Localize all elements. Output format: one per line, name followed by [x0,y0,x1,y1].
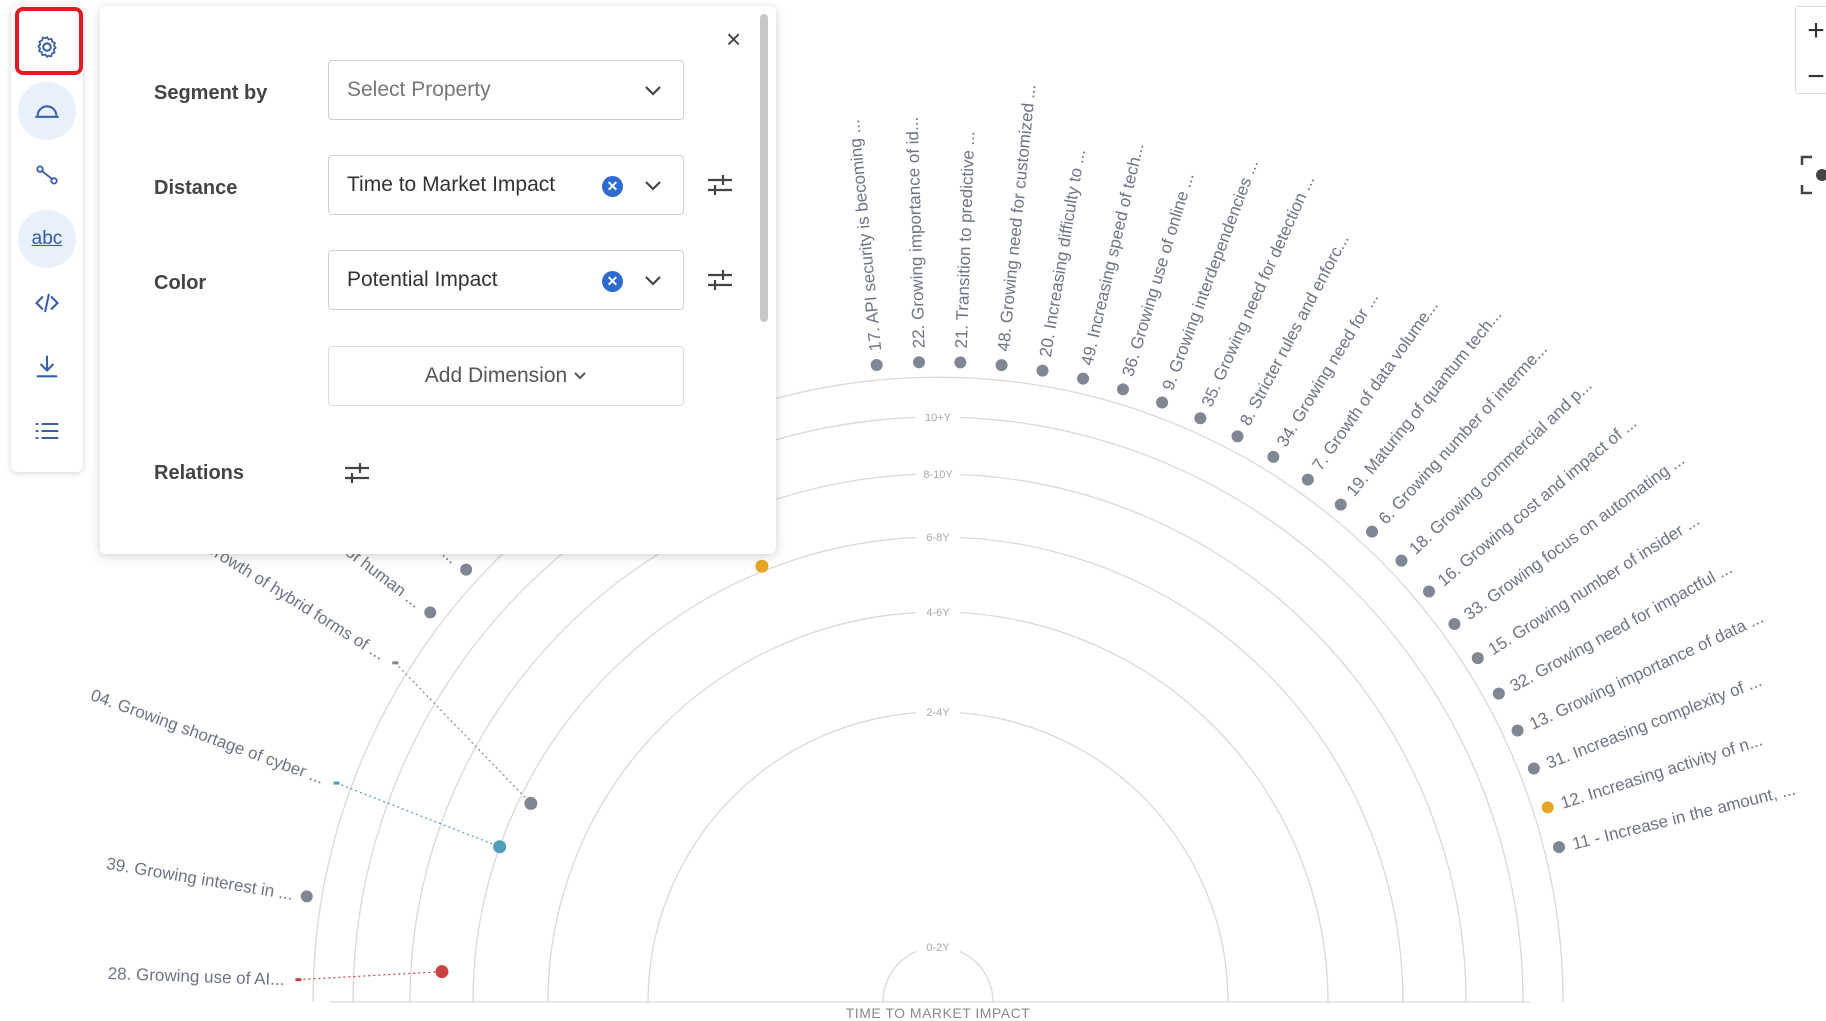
zoom-in-button[interactable]: + [1796,9,1826,53]
axis-title: TIME TO MARKET IMPACT [846,1005,1030,1021]
trend-label[interactable]: 28. Growing use of AI... [107,964,284,989]
trend-label[interactable]: 8. Stricter rules and enforc... [1236,231,1353,429]
zoom-out-button[interactable]: − [1796,55,1826,99]
radar-ring [882,946,994,1003]
ring-label: 6-8Y [926,532,950,544]
trend-label[interactable]: 20. Increasing difficulty to ... [1036,148,1089,359]
ring-label: 8-10Y [923,469,953,481]
color-select[interactable]: Potential Impact ✕ [328,250,684,310]
left-toolbar: abc [11,6,83,472]
trend-label[interactable]: 48. Growing need for customized ... [994,83,1040,352]
segment-by-label: Segment by [154,82,268,104]
labels-button[interactable]: abc [18,210,76,268]
list-button[interactable] [18,402,76,460]
trend-dot[interactable] [755,559,769,573]
trend-dot[interactable] [435,965,449,979]
trend-dot[interactable] [1077,372,1090,385]
color-value: Potential Impact [347,268,498,291]
settings-button[interactable] [18,18,76,76]
ring-label: 0-2Y [926,942,950,954]
relations-label: Relations [154,462,245,484]
trend-dot[interactable] [493,840,507,854]
add-dimension-label: Add Dimension [424,364,568,387]
distance-value: Time to Market Impact [347,173,556,196]
trend-dot[interactable] [524,796,538,810]
code-icon [35,293,59,313]
labels-abc-text: abc [31,228,63,249]
chevron-down-icon [574,372,586,380]
zoom-controls: + − [1795,6,1826,94]
close-panel-button[interactable]: × [726,26,741,52]
trend-dot[interactable] [1527,762,1540,775]
trend-dot[interactable] [1301,473,1314,486]
trend-label[interactable]: 17. API security is becoming ... [844,119,885,352]
chevron-down-icon [645,86,661,96]
color-settings-icon[interactable] [706,266,734,294]
trend-dot[interactable] [1448,618,1461,631]
trend-dot[interactable] [913,356,926,369]
trend-dot[interactable] [1036,364,1049,377]
trend-dot[interactable] [1511,724,1524,737]
trend-label[interactable]: 35. Growing need for detection ... [1198,172,1318,409]
connection-icon [36,165,58,185]
fit-view-icon[interactable] [1800,155,1826,195]
relations-settings-icon[interactable] [343,459,371,487]
trend-guide-line [394,662,532,804]
download-button[interactable] [18,338,76,396]
trend-label[interactable]: 34. Growing need for ... [1273,289,1382,450]
trend-tick [333,781,340,785]
clear-distance-icon[interactable]: ✕ [602,176,623,197]
trend-label[interactable]: 22. Growing importance of id... [903,117,929,349]
chevron-down-icon [645,181,661,191]
download-icon [36,355,58,378]
trend-dot[interactable] [1422,585,1435,598]
trend-dot[interactable] [424,606,437,619]
trend-dot[interactable] [460,563,473,576]
distance-label: Distance [154,177,238,199]
trend-dot[interactable] [1471,652,1484,665]
trend-dot[interactable] [1156,396,1169,409]
trend-dot[interactable] [1552,841,1565,854]
gear-icon [37,36,57,58]
clear-color-icon[interactable]: ✕ [602,271,623,292]
trend-dot[interactable] [1492,687,1505,700]
trend-dot[interactable] [1334,498,1347,511]
trend-dot[interactable] [1267,450,1280,463]
trend-dot[interactable] [1194,412,1207,425]
segment-by-select[interactable]: Select Property [328,60,684,120]
trend-dot[interactable] [1231,430,1244,443]
chevron-down-icon [645,276,661,286]
trend-tick [295,978,302,982]
trend-dot[interactable] [995,359,1008,372]
ring-label: 2-4Y [926,707,950,719]
trend-dot[interactable] [954,356,967,369]
trend-label[interactable]: 04. Growing shortage of cyber ... [88,686,326,788]
list-icon [35,422,59,440]
trend-tick [392,661,399,665]
ring-label: 4-6Y [926,607,950,619]
trend-dot[interactable] [870,358,883,371]
segment-placeholder: Select Property [347,78,491,101]
radar-ring [647,711,1229,1003]
add-dimension-button[interactable]: Add Dimension [328,346,684,406]
trend-guide-line [336,782,500,848]
embed-button[interactable] [18,274,76,332]
trend-dot[interactable] [1366,525,1379,538]
radar-icon [35,105,59,118]
panel-scrollbar[interactable] [760,14,768,322]
distance-select[interactable]: Time to Market Impact ✕ [328,155,684,215]
trend-guide-line [298,971,442,981]
trend-label[interactable]: 39. Growing interest in ... [105,854,295,904]
trend-dot[interactable] [1116,383,1129,396]
ring-label: 10+Y [925,412,952,424]
trend-dot[interactable] [300,890,313,903]
relations-button[interactable] [18,146,76,204]
color-label: Color [154,272,207,294]
distance-settings-icon[interactable] [706,171,734,199]
trend-dot[interactable] [1541,801,1554,814]
settings-panel: × Segment by Select Property Distance Ti… [100,6,776,554]
trend-label[interactable]: 21. Transition to predictive ... [952,131,979,349]
trend-dot[interactable] [1395,554,1408,567]
radar-view-button[interactable] [18,82,76,140]
